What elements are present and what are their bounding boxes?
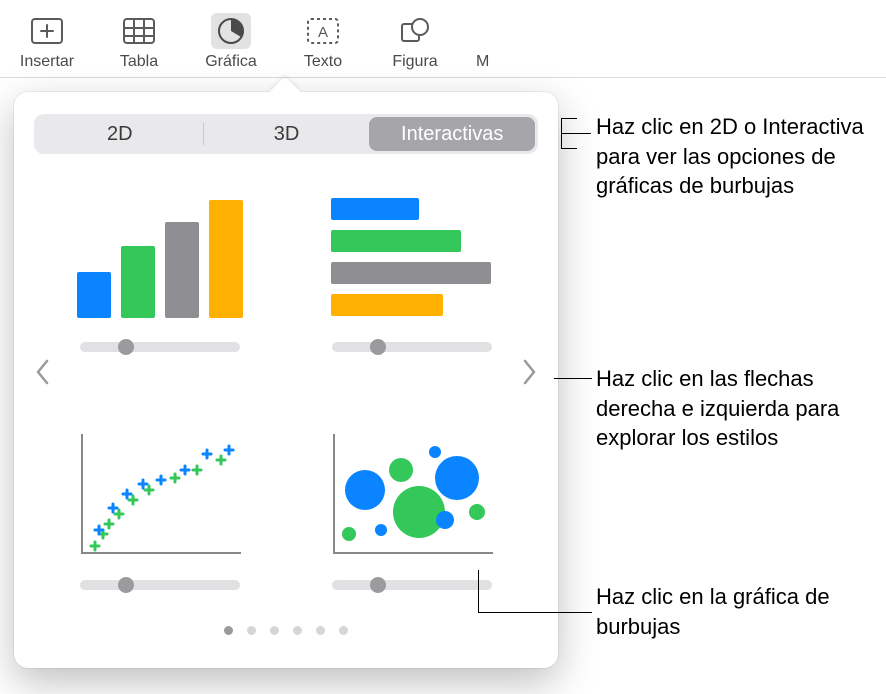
bar-chart-slider[interactable] <box>332 342 492 352</box>
page-dot-6[interactable] <box>339 626 348 635</box>
bubble-chart-slider[interactable] <box>332 580 492 590</box>
tab-3d[interactable]: 3D <box>204 117 370 151</box>
callout-lead-3v <box>478 570 479 612</box>
toolbar-table-label: Tabla <box>120 53 158 71</box>
page-dot-1[interactable] <box>224 626 233 635</box>
callout-tabs: Haz clic en 2D o Interactiva para ver la… <box>596 112 886 201</box>
toolbar-text[interactable]: A Texto <box>288 7 358 71</box>
prev-style-arrow[interactable] <box>28 352 56 392</box>
bar-chart-preview <box>327 192 497 322</box>
toolbar-shape[interactable]: Figura <box>380 7 450 71</box>
column-chart-slider[interactable] <box>80 342 240 352</box>
chart-style-grid-wrap <box>34 182 538 622</box>
callout-bubble: Haz clic en la gráfica de burbujas <box>596 582 886 641</box>
toolbar: Insertar Tabla Gráfica A <box>0 0 886 78</box>
text-icon: A <box>303 13 343 49</box>
table-icon <box>119 13 159 49</box>
chart-type-tabs: 2D 3D Interactivas <box>34 114 538 154</box>
shape-icon <box>395 13 435 49</box>
bubble-chart-preview <box>327 430 497 560</box>
toolbar-table[interactable]: Tabla <box>104 7 174 71</box>
chart-style-bubble[interactable] <box>316 430 508 622</box>
toolbar-insert[interactable]: Insertar <box>12 7 82 71</box>
toolbar-shape-label: Figura <box>392 53 437 71</box>
page-dot-5[interactable] <box>316 626 325 635</box>
callout-arrows: Haz clic en las flechas derecha e izquie… <box>596 364 876 453</box>
next-style-arrow[interactable] <box>516 352 544 392</box>
page-dot-3[interactable] <box>270 626 279 635</box>
scatter-chart-slider[interactable] <box>80 580 240 590</box>
chart-style-grid <box>34 182 538 622</box>
svg-text:A: A <box>318 24 328 41</box>
callout-lead-1 <box>561 133 591 134</box>
callout-lead-2 <box>554 378 592 379</box>
toolbar-overflow-label: M <box>472 53 489 77</box>
insert-icon <box>27 13 67 49</box>
chart-icon <box>211 13 251 49</box>
callout-bracket-1b <box>561 118 577 119</box>
chart-popover: 2D 3D Interactivas <box>14 92 558 668</box>
toolbar-insert-label: Insertar <box>20 53 74 71</box>
tab-2d[interactable]: 2D <box>37 117 203 151</box>
page-dots <box>34 626 538 635</box>
chart-style-bar[interactable] <box>316 192 508 384</box>
column-chart-preview <box>75 192 245 322</box>
chart-style-scatter[interactable] <box>64 430 256 622</box>
callout-bracket-1c <box>561 148 577 149</box>
toolbar-chart[interactable]: Gráfica <box>196 7 266 71</box>
toolbar-text-label: Texto <box>304 53 342 71</box>
page-dot-4[interactable] <box>293 626 302 635</box>
callout-lead-3h <box>478 612 592 613</box>
chart-style-column[interactable] <box>64 192 256 384</box>
tab-interactive[interactable]: Interactivas <box>369 117 535 151</box>
toolbar-chart-label: Gráfica <box>205 53 257 71</box>
page-dot-2[interactable] <box>247 626 256 635</box>
scatter-chart-preview <box>75 430 245 560</box>
